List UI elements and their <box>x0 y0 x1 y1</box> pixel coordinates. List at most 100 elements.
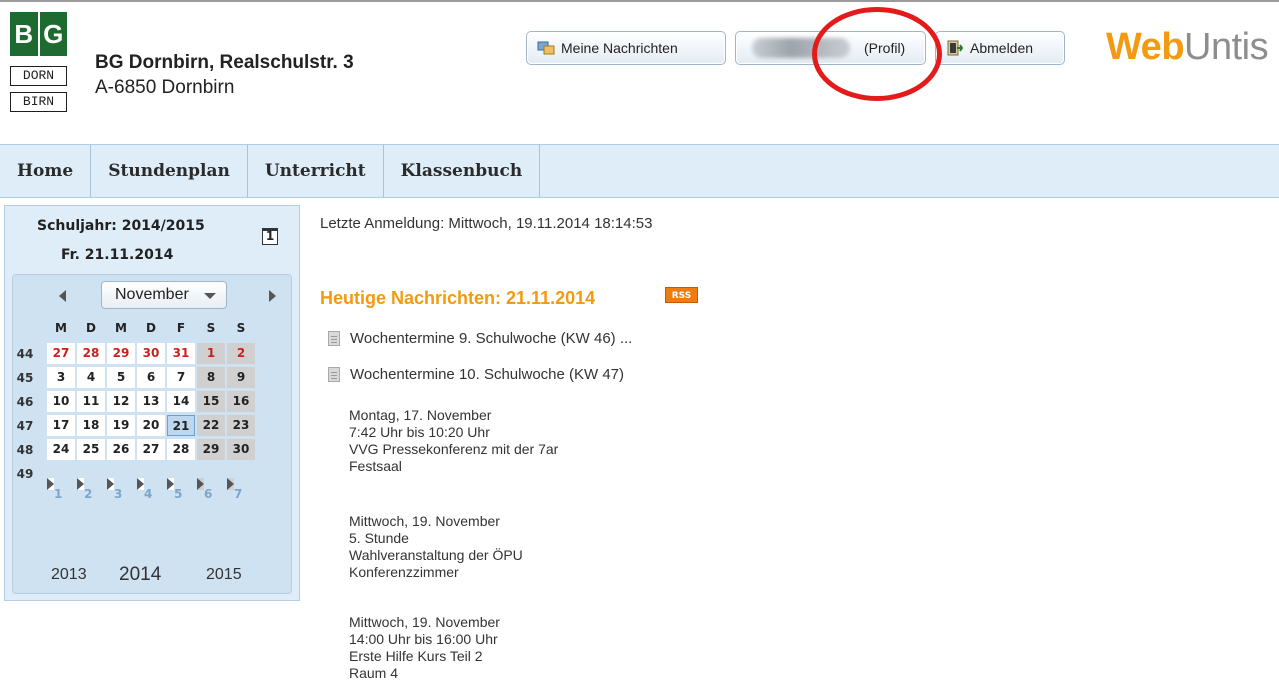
calendar-day[interactable]: 5 <box>167 478 182 501</box>
calendar-day[interactable]: 2 <box>77 478 92 501</box>
calendar-day[interactable]: 29 <box>107 343 135 364</box>
year-current[interactable]: 2014 <box>119 564 161 586</box>
calendar-day[interactable]: 20 <box>137 415 165 436</box>
calendar-day[interactable]: 6 <box>197 478 212 501</box>
calendar-day[interactable]: 7 <box>167 367 195 388</box>
calendar-day[interactable]: 17 <box>47 415 75 436</box>
logo-line-dorn: DORN <box>10 66 67 86</box>
calendar-week-row: 49 1 2 3 4 5 6 7 <box>13 463 293 501</box>
calendar-day[interactable]: 27 <box>137 439 165 460</box>
week-number: 46 <box>16 395 34 409</box>
calendar-day[interactable]: 27 <box>47 343 75 364</box>
calendar-day[interactable]: 9 <box>227 367 255 388</box>
logout-button[interactable]: Abmelden <box>935 31 1065 65</box>
calendar-day[interactable]: 19 <box>107 415 135 436</box>
calendar-day[interactable]: 28 <box>77 343 105 364</box>
logo-line-birn: BIRN <box>10 92 67 112</box>
weekday-header: M <box>115 321 127 335</box>
brand-web: Web <box>1106 26 1185 68</box>
nav-item-stundenplan[interactable]: Stundenplan <box>91 145 248 197</box>
calendar-day[interactable]: 5 <box>107 367 135 388</box>
news-title: Heutige Nachrichten: 21.11.2014 <box>320 288 596 308</box>
weekday-header: S <box>236 321 246 335</box>
event-location: Konferenzzimmer <box>349 564 459 580</box>
messages-button[interactable]: Meine Nachrichten <box>526 31 726 65</box>
calendar-day[interactable]: 14 <box>167 391 195 412</box>
weekday-header: M <box>55 321 67 335</box>
week-number: 45 <box>16 371 34 385</box>
calendar-day[interactable]: 6 <box>137 367 165 388</box>
calendar-day[interactable]: 22 <box>197 415 225 436</box>
nav-item-unterricht[interactable]: Unterricht <box>248 145 384 197</box>
calendar-day-selected[interactable]: 21 <box>167 415 195 436</box>
nav-item-home[interactable]: Home <box>0 145 92 197</box>
year-selector: 2013 2014 2015 <box>13 564 293 590</box>
calendar-day[interactable]: 28 <box>167 439 195 460</box>
calendar-day[interactable]: 8 <box>197 367 225 388</box>
weekday-header: S <box>206 321 216 335</box>
school-address: A-6850 Dornbirn <box>95 77 235 98</box>
calendar-day[interactable]: 31 <box>167 343 195 364</box>
calendar-day[interactable]: 23 <box>227 415 255 436</box>
news-item-label: Wochentermine 9. Schulwoche (KW 46) ... <box>350 330 633 347</box>
event-time: 7:42 Uhr bis 10:20 Uhr <box>349 424 490 440</box>
document-icon <box>328 331 340 346</box>
calendar-day[interactable]: 29 <box>197 439 225 460</box>
calendar-day[interactable]: 4 <box>77 367 105 388</box>
calendar-day[interactable]: 11 <box>77 391 105 412</box>
sidebar: Schuljahr: 2014/2015 Fr. 21.11.2014 1 No… <box>4 205 300 601</box>
webuntis-logo: WebUntis <box>1106 26 1269 69</box>
calendar-day[interactable]: 30 <box>227 439 255 460</box>
calendar-day[interactable]: 25 <box>77 439 105 460</box>
calendar-day[interactable]: 7 <box>227 478 242 501</box>
event-entry: Mittwoch, 19. November 5. Stunde Wahlver… <box>349 513 523 581</box>
year-prev[interactable]: 2013 <box>51 566 87 584</box>
logout-label: Abmelden <box>970 40 1034 56</box>
school-logo: B G DORN BIRN <box>10 12 67 124</box>
brand-untis: Untis <box>1184 26 1269 68</box>
calendar-day[interactable]: 13 <box>137 391 165 412</box>
highlight-circle <box>812 7 942 101</box>
calendar-day[interactable]: 10 <box>47 391 75 412</box>
next-month-icon[interactable] <box>269 290 276 302</box>
month-select[interactable]: November <box>101 281 227 309</box>
current-date: Fr. 21.11.2014 <box>61 247 174 263</box>
calendar-week-row: 47 17 18 19 20 21 22 23 <box>13 415 293 437</box>
calendar-day[interactable]: 1 <box>47 478 62 501</box>
calendar-day[interactable]: 24 <box>47 439 75 460</box>
event-title: Erste Hilfe Kurs Teil 2 <box>349 648 483 664</box>
calendar-day[interactable]: 15 <box>197 391 225 412</box>
calendar-icon[interactable]: 1 <box>262 228 278 245</box>
calendar-day[interactable]: 4 <box>137 478 152 501</box>
calendar-day[interactable]: 18 <box>77 415 105 436</box>
rss-icon[interactable]: RSS <box>665 287 698 303</box>
event-entry: Montag, 17. November 7:42 Uhr bis 10:20 … <box>349 407 558 475</box>
year-next[interactable]: 2015 <box>206 566 242 584</box>
calendar-day[interactable]: 3 <box>47 367 75 388</box>
calendar-day[interactable]: 16 <box>227 391 255 412</box>
event-date: Montag, 17. November <box>349 407 492 423</box>
main-nav: Home Stundenplan Unterricht Klassenbuch <box>0 144 1279 198</box>
chevron-down-icon <box>204 293 216 299</box>
calendar-day[interactable]: 3 <box>107 478 122 501</box>
nav-item-klassenbuch[interactable]: Klassenbuch <box>384 145 541 197</box>
school-year: Schuljahr: 2014/2015 <box>37 218 205 234</box>
event-title: Wahlveranstaltung der ÖPU <box>349 547 523 563</box>
calendar-day[interactable]: 26 <box>107 439 135 460</box>
event-date: Mittwoch, 19. November <box>349 513 500 529</box>
school-name: BG Dornbirn, Realschulstr. 3 <box>95 52 354 73</box>
logo-letter-g: G <box>43 18 64 49</box>
news-item[interactable]: Wochentermine 10. Schulwoche (KW 47) <box>328 366 624 383</box>
calendar-day[interactable]: 12 <box>107 391 135 412</box>
calendar-day[interactable]: 1 <box>197 343 225 364</box>
prev-month-icon[interactable] <box>59 290 66 302</box>
logout-icon <box>946 40 964 56</box>
week-number: 44 <box>16 347 34 361</box>
month-label: November <box>115 286 189 303</box>
messages-icon <box>537 40 555 56</box>
news-item[interactable]: Wochentermine 9. Schulwoche (KW 46) ... <box>328 330 632 347</box>
calendar-day[interactable]: 2 <box>227 343 255 364</box>
document-icon <box>328 367 340 382</box>
calendar-day[interactable]: 30 <box>137 343 165 364</box>
week-number: 49 <box>16 467 34 481</box>
